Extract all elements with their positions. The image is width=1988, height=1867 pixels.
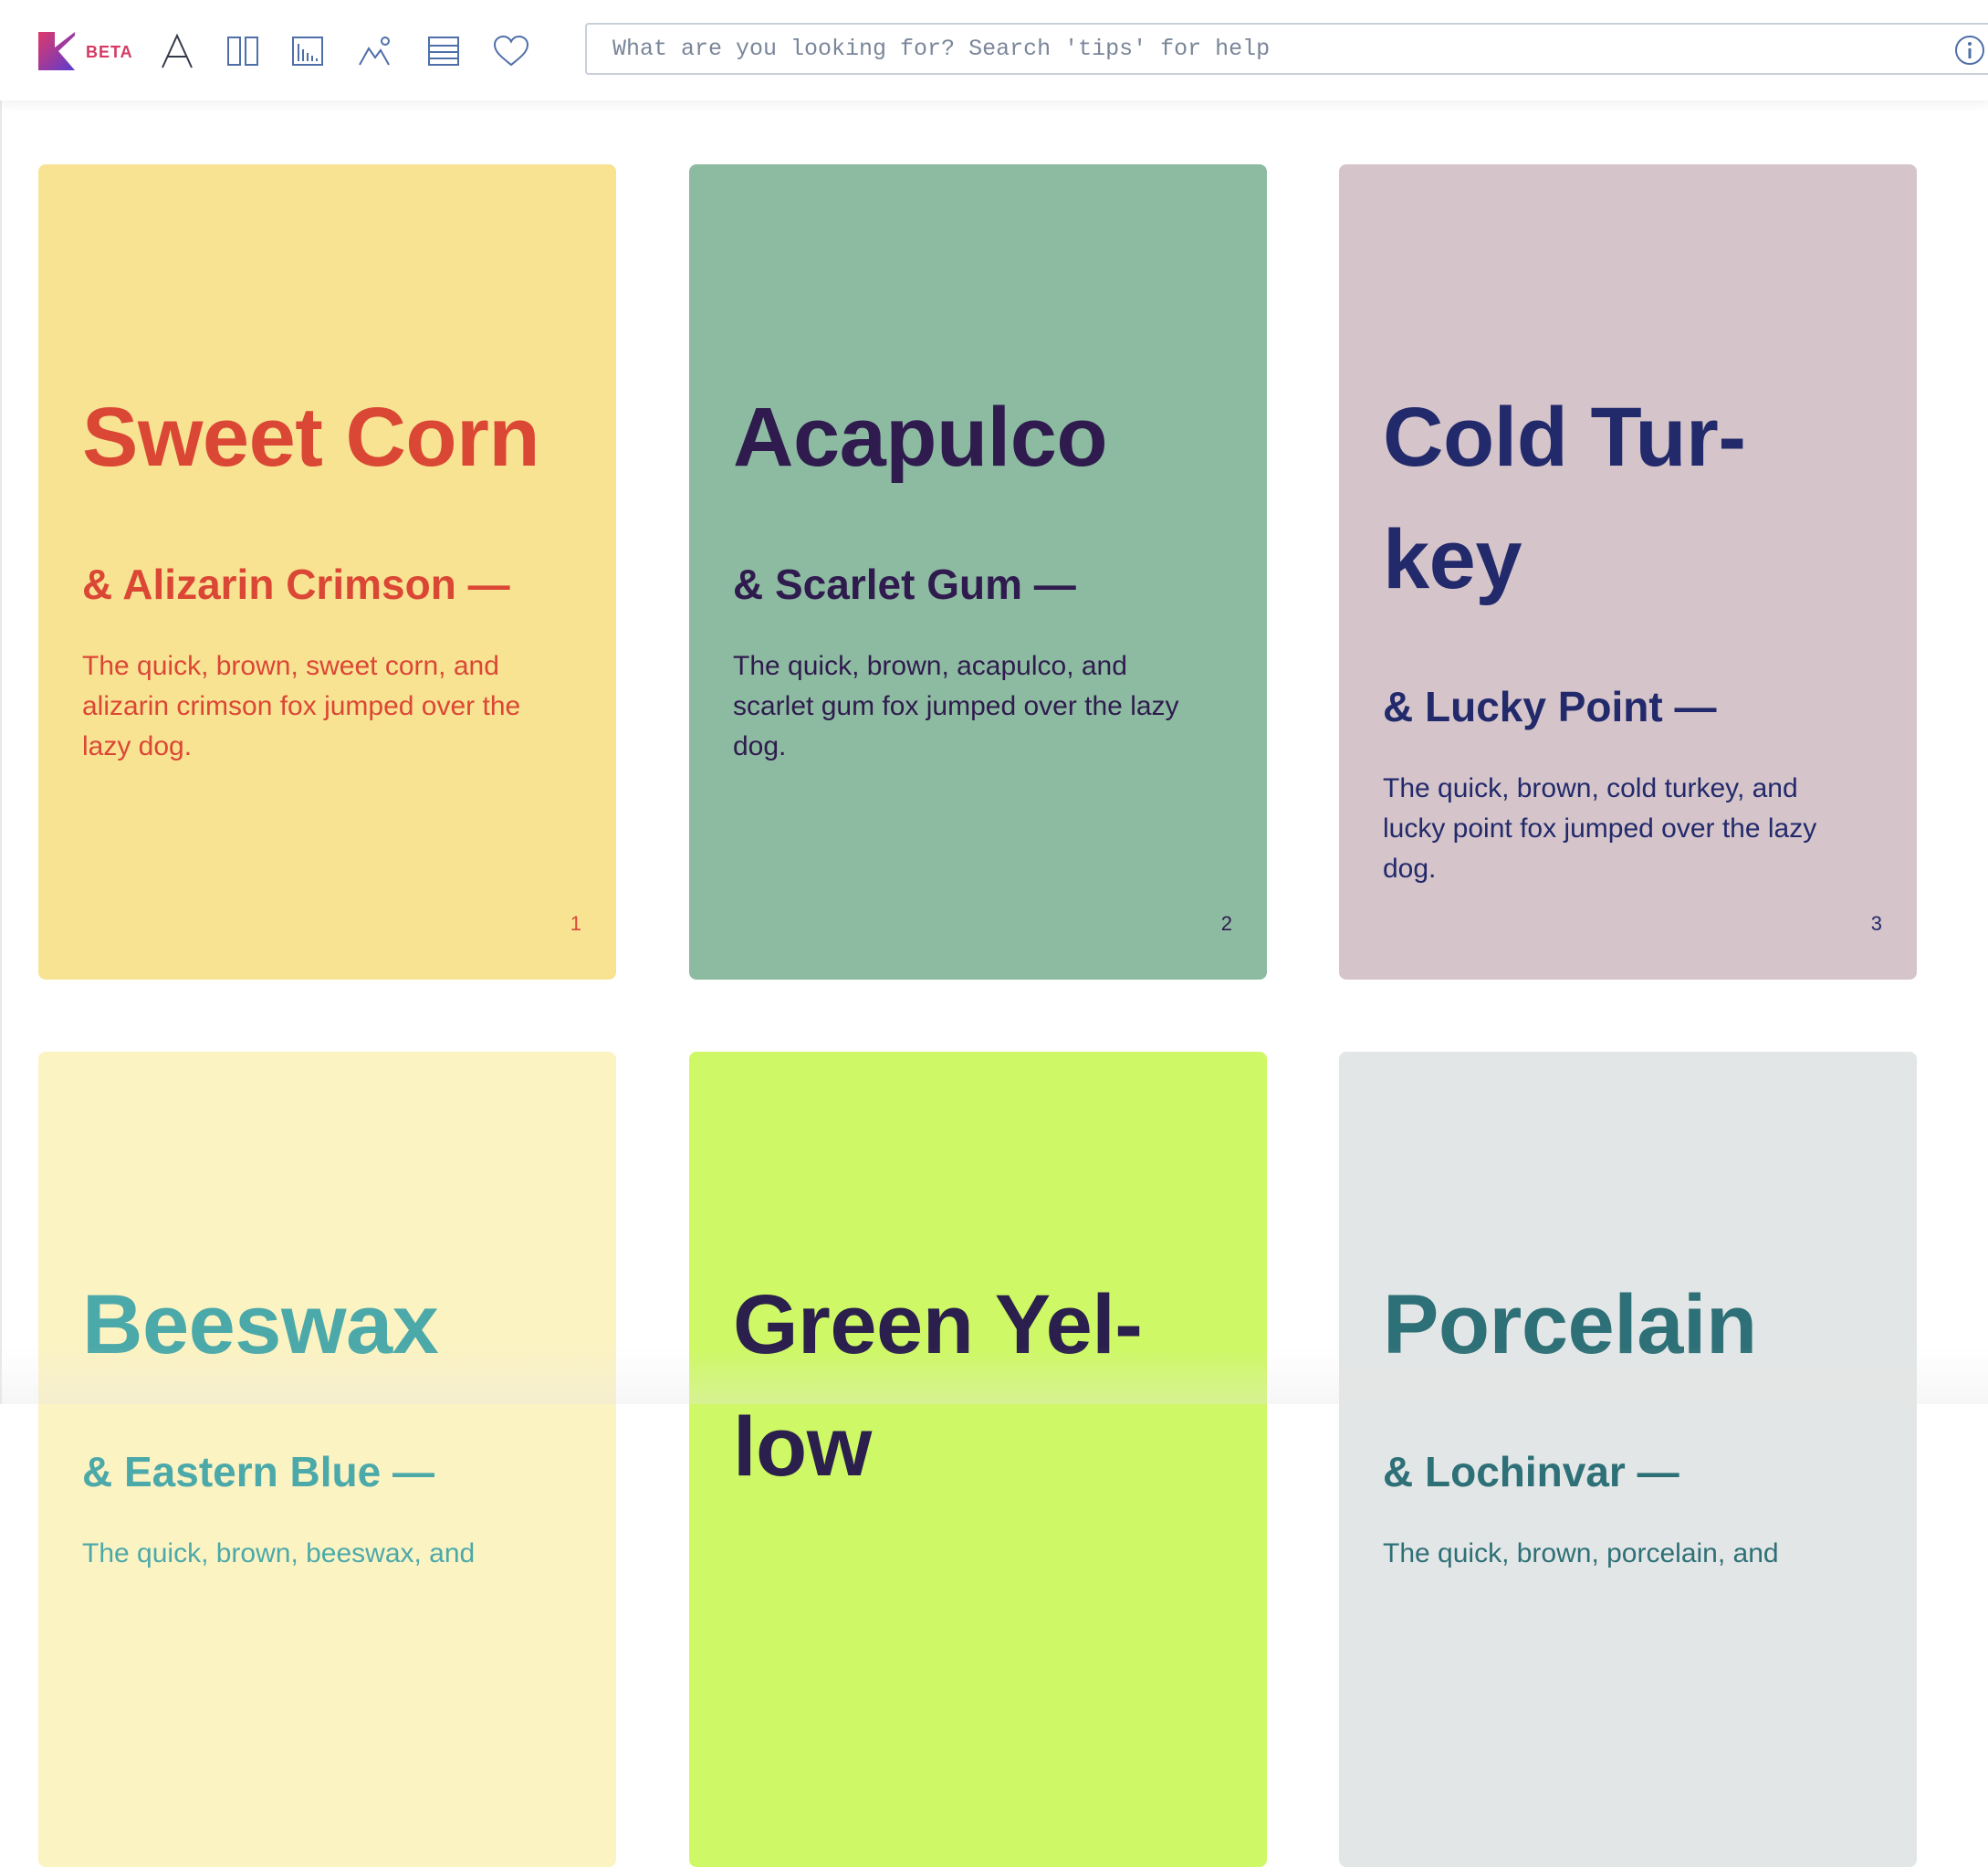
card-number: 1 [570,912,581,935]
card-title: Green Yel- low [733,1278,1143,1494]
palette-card[interactable]: Green Yel- low [689,1052,1267,1867]
card-body: The quick, brown, porcelain, and [1383,1538,1779,1568]
card-body: The quick, brown, cold turkey, and lucky… [1383,773,1817,884]
top-toolbar: BETA [0,0,1988,100]
card-title: Beeswax [82,1278,439,1371]
palette-card[interactable]: Porcelain & Lochinvar — The quick, brown… [1339,1052,1917,1867]
palette-card[interactable]: Sweet Corn & Alizarin Crimson — The quic… [38,164,616,980]
card-body: The quick, brown, sweet corn, and alizar… [82,651,521,761]
palette-card[interactable]: Cold Tur- key & Lucky Point — The quick,… [1339,164,1917,980]
card-subtitle: & Eastern Blue — [82,1448,434,1495]
page-edge [0,100,2,1404]
card-subtitle: & Lucky Point — [1383,683,1717,730]
card-title: Sweet Corn [82,391,540,484]
card-body: The quick, brown, acapulco, and scarlet … [733,651,1179,761]
beta-badge: BETA [86,43,133,61]
card-title: Cold Tur- key [1383,391,1746,606]
search-input[interactable] [585,23,1988,75]
logo-icon[interactable] [38,32,75,70]
card-subtitle: & Lochinvar — [1383,1448,1679,1495]
palette-card[interactable]: Beeswax & Eastern Blue — The quick, brow… [38,1052,616,1867]
info-icon[interactable] [1954,35,1985,66]
typography-icon[interactable] [159,33,195,69]
palette-card[interactable]: Acapulco & Scarlet Gum — The quick, brow… [689,164,1267,980]
columns-icon[interactable] [225,33,261,69]
card-number: 3 [1870,912,1882,935]
table-icon[interactable] [425,33,462,69]
card-title: Porcelain [1383,1278,1757,1371]
card-subtitle: & Alizarin Crimson — [82,561,510,608]
card-title: Acapulco [733,391,1108,484]
chart-icon[interactable] [289,33,326,69]
heart-icon[interactable] [493,33,529,69]
card-number: 2 [1220,912,1232,935]
card-body: The quick, brown, beeswax, and [82,1538,476,1568]
card-subtitle: & Scarlet Gum — [733,561,1076,608]
image-icon[interactable] [357,33,393,69]
